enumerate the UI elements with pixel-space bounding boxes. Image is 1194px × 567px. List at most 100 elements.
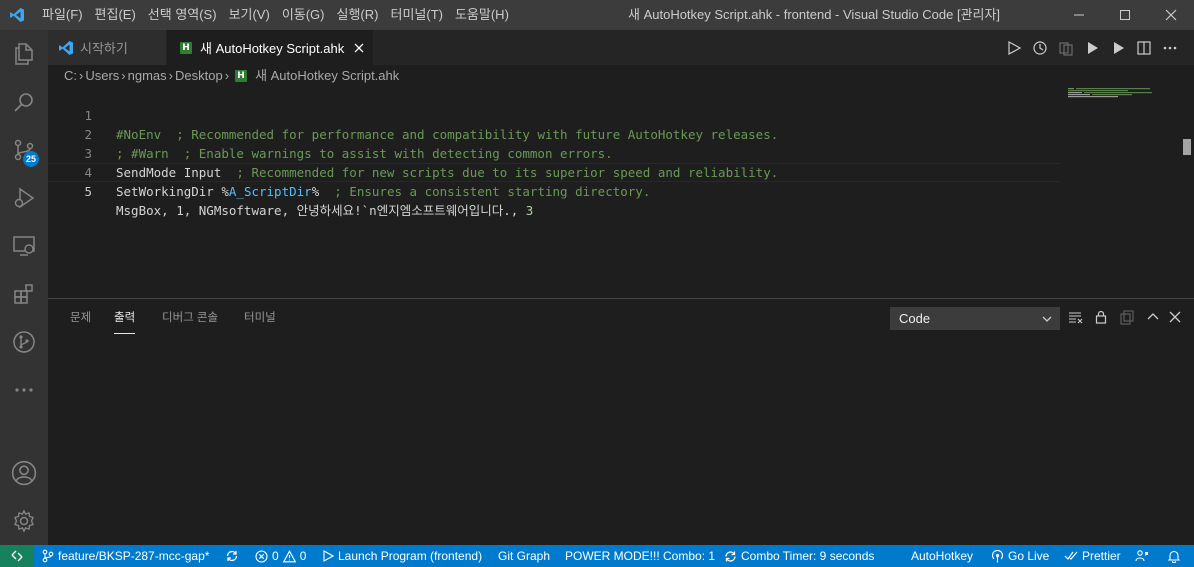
combo-timer-label: Combo Timer: 9 seconds	[741, 549, 875, 563]
activity-manage[interactable]	[0, 497, 48, 545]
split-editor-button[interactable]	[1131, 30, 1157, 65]
panel-tab-output[interactable]: 출력	[114, 299, 136, 334]
ellipsis-icon	[1163, 46, 1177, 49]
manage-gear-icon	[14, 509, 34, 533]
menu-edit[interactable]: 편집(E)	[89, 0, 142, 30]
close-tab-icon[interactable]	[353, 42, 365, 54]
combo-timer-item[interactable]: Combo Timer: 9 seconds	[724, 545, 874, 567]
menu-go[interactable]: 이동(G)	[276, 0, 331, 30]
run-script-button[interactable]	[1001, 30, 1027, 65]
git-branch-item[interactable]: feature/BKSP-287-mcc-gap*	[42, 545, 209, 567]
menu-view[interactable]: 보기(V)	[223, 0, 276, 30]
play-icon	[1088, 41, 1098, 54]
minimize-button[interactable]	[1056, 0, 1102, 30]
tab-label: 시작하기	[80, 41, 128, 56]
compare-icon	[1059, 41, 1073, 56]
close-window-button[interactable]	[1148, 0, 1194, 30]
code-editor[interactable]: 1 #NoEnv ; Recommended for performance a…	[48, 87, 1058, 297]
remote-icon	[11, 550, 23, 562]
close-panel-button[interactable]	[1163, 305, 1187, 329]
chevron-right-icon: ›	[224, 68, 230, 83]
go-live-label: Go Live	[1008, 549, 1050, 563]
maximize-panel-button[interactable]	[1141, 305, 1165, 329]
activity-run-debug[interactable]	[0, 174, 48, 222]
scrollbar-thumb[interactable]	[1183, 139, 1191, 155]
output-channel-select[interactable]: Code	[890, 307, 1060, 330]
compare-button[interactable]	[1053, 30, 1079, 65]
panel-tab-problems[interactable]: 문제	[70, 299, 91, 334]
go-live-item[interactable]: Go Live	[991, 545, 1049, 567]
explorer-icon	[15, 43, 33, 65]
menu-terminal[interactable]: 터미널(T)	[384, 0, 448, 30]
code-line: 3 SendMode Input ; Recommended for new s…	[48, 125, 1058, 180]
language-mode-item[interactable]: AutoHotkey	[911, 545, 973, 567]
maximize-button[interactable]	[1102, 0, 1148, 30]
code-line: 1 #NoEnv ; Recommended for performance a…	[48, 87, 1058, 142]
activity-remote-explorer[interactable]	[0, 222, 48, 270]
tab-ahk-script[interactable]: H 새 AutoHotkey Script.ahk	[167, 30, 373, 65]
run-file-button[interactable]	[1079, 30, 1105, 65]
menu-bar: 파일(F) 편집(E) 선택 영역(S) 보기(V) 이동(G) 실행(R) 터…	[36, 0, 515, 30]
chevron-right-icon: ›	[79, 68, 84, 83]
activity-source-control[interactable]: 25	[0, 126, 48, 174]
sync-item[interactable]	[225, 545, 239, 567]
git-graph-item[interactable]: Git Graph	[498, 545, 550, 567]
breadcrumb-file[interactable]: 새 AutoHotkey Script.ahk	[255, 65, 399, 87]
account-icon	[11, 460, 37, 486]
clear-output-button[interactable]	[1063, 305, 1087, 329]
menu-help[interactable]: 도움말(H)	[449, 0, 515, 30]
minimize-icon	[1074, 14, 1084, 16]
feedback-item[interactable]	[1135, 545, 1149, 567]
power-mode-item[interactable]: POWER MODE!!! Combo: 1	[565, 545, 715, 567]
breadcrumb-desktop[interactable]: Desktop	[175, 65, 223, 87]
activity-search[interactable]	[0, 78, 48, 126]
lock-scroll-button[interactable]	[1089, 305, 1113, 329]
open-output-editor-button[interactable]	[1115, 305, 1139, 329]
activity-more[interactable]	[0, 366, 48, 414]
notifications-item[interactable]	[1167, 545, 1181, 567]
problems-item[interactable]: 0 0	[255, 545, 306, 567]
clear-all-icon	[1069, 312, 1083, 324]
code-number: 3	[525, 203, 534, 218]
prettier-item[interactable]: Prettier	[1064, 545, 1121, 567]
bottom-panel: 문제 출력 디버그 콘솔 터미널 Code	[48, 298, 1194, 545]
more-actions-button[interactable]	[1157, 30, 1183, 65]
maximize-icon	[1120, 10, 1130, 20]
warning-icon	[282, 549, 296, 562]
menu-run[interactable]: 실행(R)	[331, 0, 385, 30]
chevron-down-icon	[1042, 316, 1052, 322]
timeline-button[interactable]	[1027, 30, 1053, 65]
activity-git-graph[interactable]	[0, 318, 48, 366]
menu-file[interactable]: 파일(F)	[36, 0, 89, 30]
git-graph-icon	[13, 331, 35, 353]
output-channel-value: Code	[899, 311, 931, 326]
debug-run-button[interactable]	[1105, 30, 1131, 65]
editor-scrollbar[interactable]	[1180, 87, 1194, 297]
window-title: 새 AutoHotkey Script.ahk - frontend - Vis…	[628, 7, 1001, 22]
breadcrumb-drive[interactable]: C:	[64, 65, 77, 87]
chevron-right-icon: ›	[168, 68, 174, 83]
status-bar: feature/BKSP-287-mcc-gap* 0 0 Launch Pro…	[0, 545, 1194, 567]
code-line: 2 ; #Warn ; Enable warnings to assist wi…	[48, 106, 1058, 161]
activity-extensions[interactable]	[0, 270, 48, 318]
tab-get-started[interactable]: 시작하기	[48, 30, 166, 65]
activity-accounts[interactable]	[0, 449, 48, 497]
launch-config-label: Launch Program (frontend)	[338, 549, 483, 563]
activity-explorer[interactable]	[0, 30, 48, 78]
minimap[interactable]	[1060, 87, 1180, 297]
lock-icon	[1095, 310, 1107, 324]
copy-icon	[1120, 310, 1134, 325]
breadcrumb-users[interactable]: Users	[85, 65, 119, 87]
ahk-file-icon: H	[235, 70, 248, 82]
code-variable: A_ScriptDir	[228, 184, 312, 199]
panel-tab-debug-console[interactable]: 디버그 콘솔	[162, 299, 218, 334]
launch-config-item[interactable]: Launch Program (frontend)	[322, 545, 482, 567]
menu-selection[interactable]: 선택 영역(S)	[142, 0, 223, 30]
remote-explorer-icon	[13, 236, 35, 256]
code-text: SetWorkingDir %	[116, 184, 229, 199]
remote-indicator[interactable]	[0, 545, 34, 567]
tab-label: 새 AutoHotkey Script.ahk	[200, 41, 345, 56]
more-icon	[15, 388, 33, 392]
breadcrumb-ngmas[interactable]: ngmas	[128, 65, 167, 87]
panel-tab-terminal[interactable]: 터미널	[244, 299, 276, 334]
